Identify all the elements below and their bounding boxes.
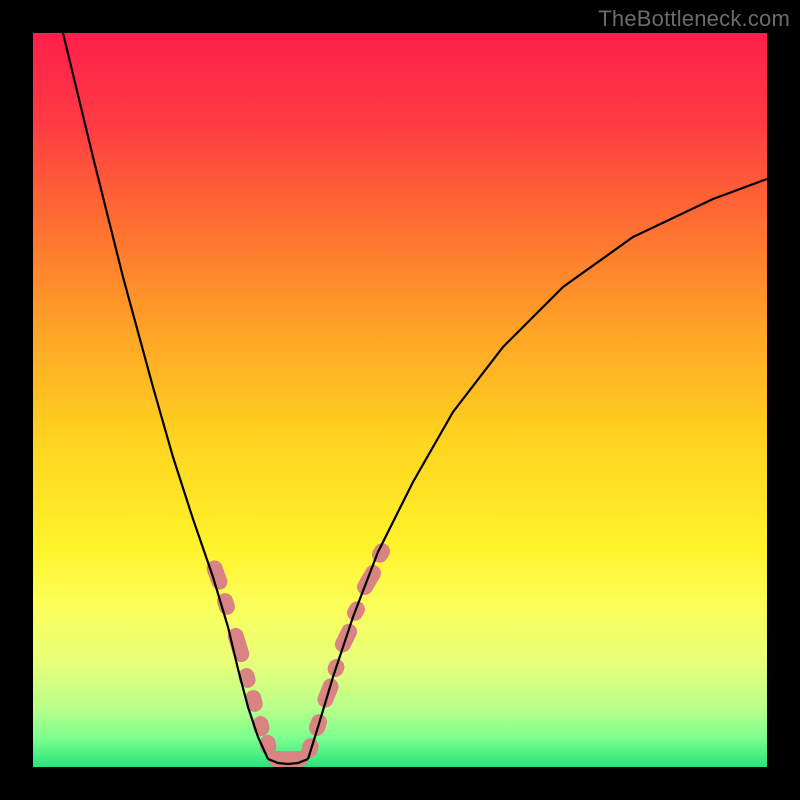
right-curve-path [308,179,767,759]
valley-floor-path [268,759,308,764]
chart-curve-svg [33,33,767,767]
chart-frame [33,33,767,767]
watermark-text: TheBottleneck.com [598,6,790,32]
left-curve-path [63,33,268,759]
